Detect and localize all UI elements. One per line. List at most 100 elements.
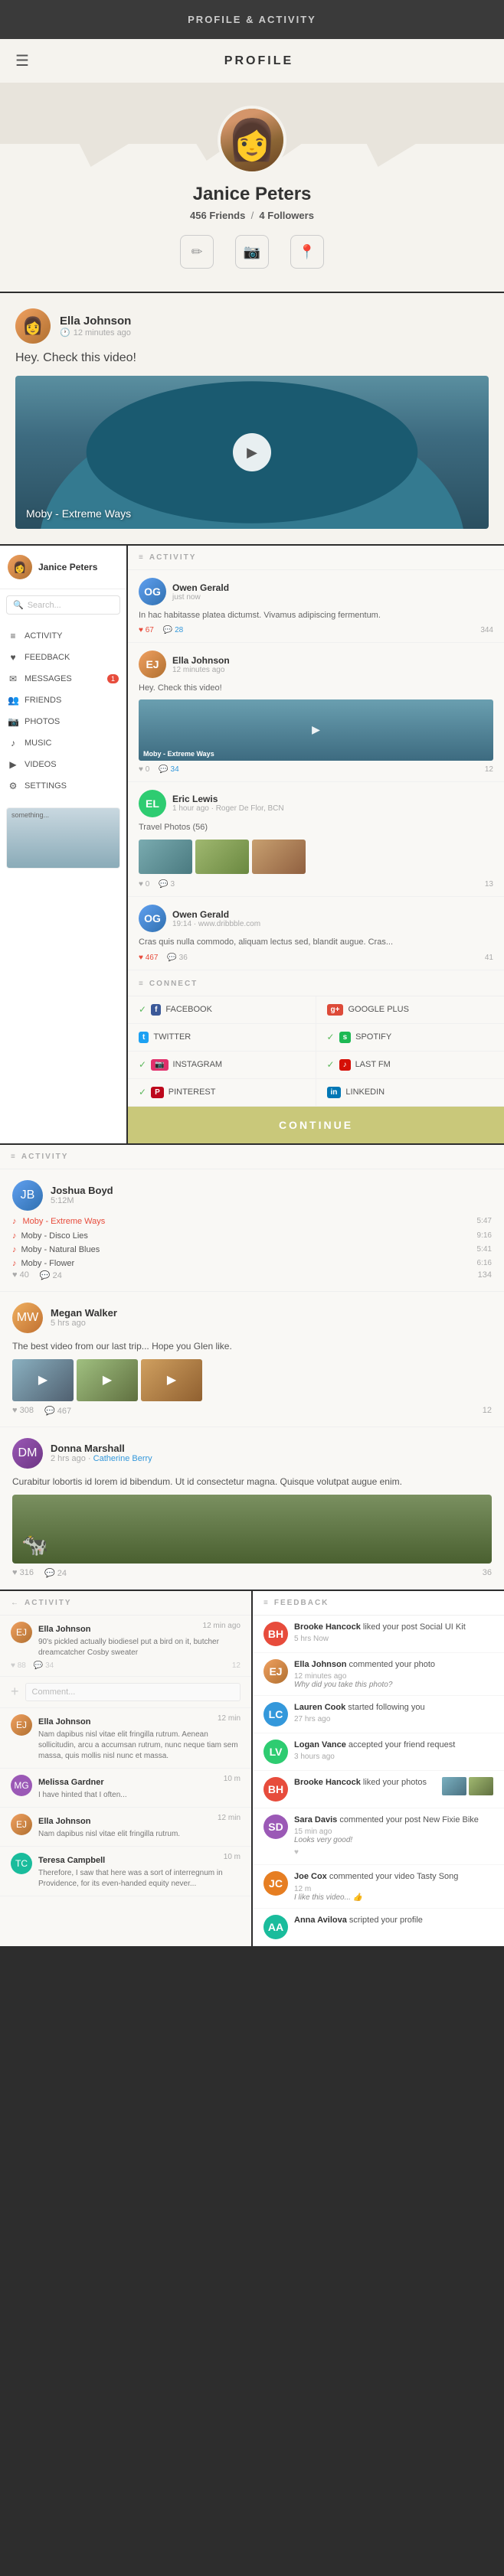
full-activity-header: ≡ ACTIVITY bbox=[0, 1145, 504, 1169]
connect-twitter[interactable]: t TWITTER bbox=[128, 1024, 316, 1052]
music-note-icon: ♪ bbox=[12, 1217, 17, 1226]
small-name-1: Ella Johnson bbox=[38, 1625, 90, 1634]
lower-left-title: ACTIVITY bbox=[25, 1599, 72, 1607]
comment-field[interactable]: Comment... bbox=[25, 1683, 241, 1701]
sidebar-item-music[interactable]: ♪ MUSIC bbox=[0, 732, 126, 754]
feedback-icon: ♥ bbox=[8, 652, 18, 663]
small-time-4: 12 min bbox=[218, 1814, 241, 1822]
music-item-3: ♪ Moby - Natural Blues 5:41 bbox=[12, 1243, 492, 1257]
continue-button[interactable]: CONTINUE bbox=[128, 1107, 504, 1143]
small-actions-1: ♥ 88 💬 34 12 bbox=[11, 1661, 241, 1670]
connect-spotify[interactable]: ✓ s SPOTIFY bbox=[316, 1024, 504, 1052]
feedback-avatar-5: BH bbox=[263, 1777, 288, 1802]
sidebar-item-activity[interactable]: ≡ ACTIVITY bbox=[0, 625, 126, 647]
friends-icon: 👥 bbox=[8, 695, 18, 706]
lower-left-activity: ← ACTIVITY EJ Ella Johnson 12 min ago 90… bbox=[0, 1591, 251, 1946]
comment-action-3[interactable]: 💬 24 bbox=[44, 1568, 67, 1578]
sidebar-item-friends[interactable]: 👥 FRIENDS bbox=[0, 690, 126, 711]
full-activity-section: ≡ ACTIVITY JB Joshua Boyd 5:12M ♪ Moby -… bbox=[0, 1145, 504, 1590]
edit-profile-button[interactable]: ✏ bbox=[180, 235, 214, 269]
full-feed-actions-3: ♥ 316 💬 24 36 bbox=[12, 1568, 492, 1578]
sidebar-item-videos[interactable]: ▶ VIDEOS bbox=[0, 754, 126, 775]
like-button-3[interactable]: ♥ 0 bbox=[139, 880, 149, 889]
messages-icon: ✉ bbox=[8, 673, 18, 684]
sidebar-item-messages[interactable]: ✉ MESSAGES 1 bbox=[0, 668, 126, 690]
video-artist: Moby bbox=[26, 507, 52, 520]
connect-googleplus[interactable]: g+ GOOGLE PLUS bbox=[316, 996, 504, 1024]
like-action-2[interactable]: ♥ 308 bbox=[12, 1406, 34, 1415]
feedback-panel-title: FEEDBACK bbox=[274, 1599, 329, 1607]
small-feed-row-5: TC Teresa Campbell 10 m Therefore, I saw… bbox=[11, 1853, 241, 1890]
video-thumbs: ▶ ▶ ▶ bbox=[12, 1359, 492, 1401]
feedback-link-6[interactable]: Looks very good! bbox=[294, 1836, 493, 1844]
back-icon[interactable]: ← bbox=[11, 1599, 20, 1607]
video-thumbnail[interactable]: ▶ Moby - Extreme Ways bbox=[15, 376, 489, 529]
video-thumb-3[interactable]: ▶ bbox=[141, 1359, 202, 1401]
feed-user-row-3: EL Eric Lewis 1 hour ago · Roger De Flor… bbox=[139, 790, 493, 817]
small-feed-item-2: EJ Ella Johnson 12 min Nam dapibus nisl … bbox=[0, 1708, 251, 1769]
music-icon: ♪ bbox=[8, 738, 18, 748]
feedback-link-7[interactable]: I like this video... 👍 bbox=[294, 1893, 493, 1902]
connect-instagram[interactable]: ✓ 📷 INSTAGRAM bbox=[128, 1052, 316, 1079]
friends-label: Friends bbox=[209, 210, 245, 221]
sidebar-item-photos[interactable]: 📷 PHOTOS bbox=[0, 711, 126, 732]
connect-lastfm[interactable]: ✓ ♪ LAST FM bbox=[316, 1052, 504, 1079]
feedback-time-2: 12 minutes ago bbox=[294, 1672, 493, 1681]
sidebar-item-label: SETTINGS bbox=[25, 781, 67, 791]
feedback-link-2[interactable]: Why did you take this photo? bbox=[294, 1681, 493, 1689]
activity-panel-title: ACTIVITY bbox=[149, 553, 197, 562]
music-item-4: ♪ Moby - Flower 6:16 bbox=[12, 1257, 492, 1270]
add-comment-icon[interactable]: + bbox=[11, 1684, 19, 1700]
comment-action-2[interactable]: 💬 467 bbox=[44, 1406, 71, 1416]
facebook-label: FACEBOOK bbox=[165, 1005, 212, 1014]
clock-icon: 🕐 bbox=[60, 328, 70, 337]
check-icon-spotify: ✓ bbox=[327, 1032, 335, 1042]
small-like-1[interactable]: ♥ 88 bbox=[11, 1661, 26, 1670]
connect-pinterest[interactable]: ✓ P PINTEREST bbox=[128, 1079, 316, 1107]
search-bar[interactable]: 🔍 Search... bbox=[6, 595, 120, 615]
feedback-like-6[interactable]: ♥ bbox=[294, 1848, 299, 1857]
comment-button-4[interactable]: 💬 36 bbox=[167, 954, 187, 962]
post-image-3: 🐄 bbox=[12, 1495, 492, 1564]
sidebar-preview-card: something... bbox=[6, 807, 120, 869]
like-button-4[interactable]: ♥ 467 bbox=[139, 954, 158, 962]
profile-avatar bbox=[218, 106, 286, 174]
photo-thumb-3 bbox=[252, 840, 306, 874]
full-feed-user-row-1: JB Joshua Boyd 5:12M bbox=[12, 1180, 492, 1211]
play-button[interactable]: ▶ bbox=[233, 433, 271, 471]
video-thumb-1[interactable]: ▶ bbox=[12, 1359, 74, 1401]
small-comment-1[interactable]: 💬 34 bbox=[34, 1661, 54, 1670]
comment-button-1[interactable]: 💬 28 bbox=[163, 626, 183, 634]
comment-action-1[interactable]: 💬 24 bbox=[40, 1270, 62, 1280]
full-user-info-3: Donna Marshall 2 hrs ago · Catherine Ber… bbox=[51, 1443, 152, 1463]
sidebar-item-feedback[interactable]: ♥ FEEDBACK bbox=[0, 647, 126, 668]
feedback-item-6: SD Sara Davis commented your post New Fi… bbox=[253, 1808, 504, 1865]
like-button-1[interactable]: ♥ 67 bbox=[139, 626, 154, 634]
feed-actions-4: ♥ 467 💬 36 41 bbox=[139, 954, 493, 962]
feedback-item-8: AA Anna Avilova scripted your profile bbox=[253, 1909, 504, 1946]
feedback-item-7: JC Joe Cox commented your video Tasty So… bbox=[253, 1865, 504, 1908]
mini-video[interactable]: ▶ Moby - Extreme Ways bbox=[139, 699, 493, 761]
mini-play-icon[interactable]: ▶ bbox=[312, 723, 320, 736]
music-player-label: Moby - Extreme Ways bbox=[23, 1217, 106, 1226]
check-icon: ✓ bbox=[139, 1004, 146, 1015]
feedback-content-6: Sara Davis commented your post New Fixie… bbox=[294, 1815, 493, 1858]
spotify-label: SPOTIFY bbox=[355, 1032, 391, 1042]
like-action-1[interactable]: ♥ 40 bbox=[12, 1270, 29, 1280]
camera-button[interactable]: 📷 bbox=[235, 235, 269, 269]
like-button-2[interactable]: ♥ 0 bbox=[139, 765, 149, 774]
sidebar-item-label: VIDEOS bbox=[25, 760, 57, 769]
connect-linkedin[interactable]: in LINKEDIN bbox=[316, 1079, 504, 1107]
sidebar-item-settings[interactable]: ⚙ SETTINGS bbox=[0, 775, 126, 797]
video-thumb-2[interactable]: ▶ bbox=[77, 1359, 138, 1401]
comment-button-3[interactable]: 💬 3 bbox=[159, 880, 175, 889]
location-button[interactable]: 📍 bbox=[290, 235, 324, 269]
connect-facebook[interactable]: ✓ f FACEBOOK bbox=[128, 996, 316, 1024]
feedback-time-4: 3 hours ago bbox=[294, 1753, 493, 1761]
small-avatar-5: TC bbox=[11, 1853, 32, 1874]
like-action-3[interactable]: ♥ 316 bbox=[12, 1568, 34, 1577]
comment-button-2[interactable]: 💬 34 bbox=[159, 765, 178, 774]
hamburger-icon[interactable]: ☰ bbox=[15, 51, 29, 70]
full-user-info-1: Joshua Boyd 5:12M bbox=[51, 1185, 113, 1205]
small-name-5: Teresa Campbell bbox=[38, 1856, 105, 1865]
